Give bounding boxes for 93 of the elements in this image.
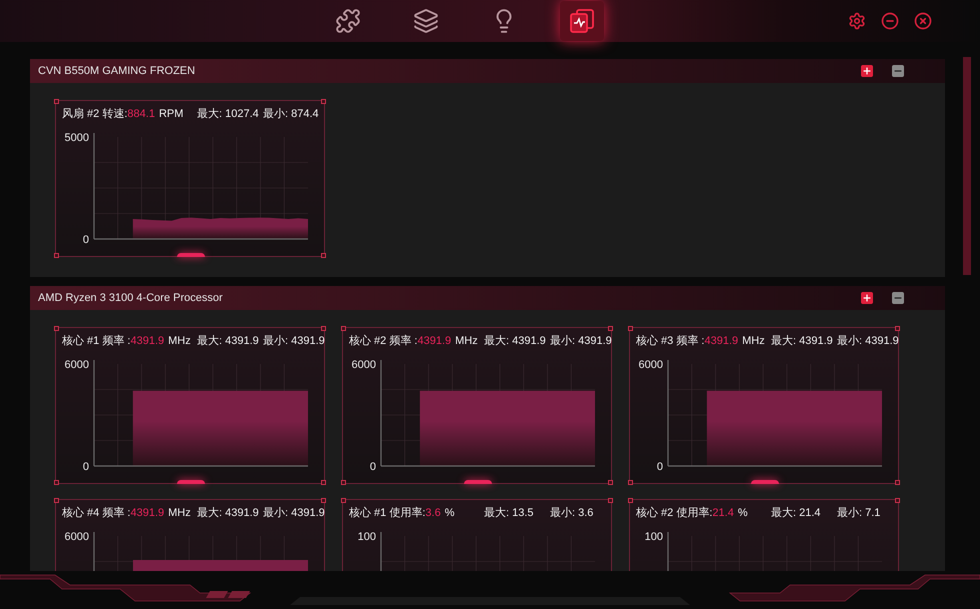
min-reading: 最小: 4391.9 [263,506,325,522]
y-tick-label: 6000 [638,359,663,371]
corner-mark [628,326,633,331]
minimize-icon [881,12,899,30]
y-tick-label: 6000 [64,359,89,371]
unit-label: RPM [158,107,184,122]
y-tick-label: 0 [82,461,89,471]
min-reading: 最小: 4391.9 [263,334,325,350]
corner-mark [54,253,59,258]
corner-mark [628,480,633,485]
minus-button[interactable] [892,65,904,77]
nav-tab[interactable] [560,1,604,41]
corner-mark [608,326,613,331]
min-reading: 最小: 874.4 [263,107,319,122]
plus-button[interactable] [861,292,873,304]
reading-value: 4391.9 [130,506,164,522]
close-icon [914,12,932,30]
gear-icon [848,12,866,30]
y-tick-label: 0 [370,461,376,471]
y-tick-label: 100 [358,531,376,543]
unit-label: MHz [742,334,765,350]
minimize-button[interactable] [879,10,901,32]
plus-button[interactable] [861,65,873,77]
max-reading: 最大: 4391.9 [484,334,546,350]
unit-label: MHz [168,506,191,522]
reading-value: 884.1 [127,107,155,122]
corner-mark [321,480,326,485]
corner-mark [321,99,326,104]
min-reading: 最小: 4391.9 [550,334,612,350]
min-reading: 最小: 3.6 [550,506,594,522]
plus-icon [862,66,872,76]
unit-label: % [738,506,748,522]
y-tick-label: 6000 [352,359,376,371]
reading-label: 核心 #4 频率 : [62,506,130,522]
corner-mark [341,326,346,331]
scrollbar-thumb[interactable] [963,57,971,275]
reading-label: 风扇 #2 转速: [62,106,128,122]
reading-value: 4391.9 [130,334,164,350]
unit-label: MHz [455,334,478,350]
corner-mark [895,480,900,485]
corner-mark [54,326,59,331]
corner-mark [54,498,59,503]
max-reading: 最大: 4391.9 [197,506,259,522]
max-reading: 最大: 4391.9 [197,334,259,350]
reading-value: 3.6 [425,506,441,522]
reading-label: 核心 #2 频率 : [349,334,418,350]
reading-label: 核心 #2 使用率: [636,506,712,522]
chart-window-icon [569,8,595,34]
glow-mark [177,480,205,484]
corner-mark [895,498,900,503]
max-reading: 最大: 21.4 [771,506,821,522]
corner-mark [321,498,326,503]
y-axis [667,532,669,571]
close-button[interactable] [912,10,934,32]
reading-label: 核心 #1 使用率: [349,506,426,522]
corner-mark [895,326,900,331]
reading-value: 21.4 [712,506,734,522]
plus-icon [862,293,872,303]
section-title: AMD Ryzen 3 3100 4-Core Processor [38,290,223,306]
glow-mark [751,480,779,484]
y-axis [380,532,382,571]
corner-mark [608,480,613,485]
puzzle-icon [335,8,361,34]
corner-mark [321,326,326,331]
corner-mark [341,498,346,503]
unit-label: % [444,506,454,522]
reading-label: 核心 #3 频率 : [636,334,704,350]
reading-value: 4391.9 [417,334,452,350]
layers-icon [413,8,439,34]
minus-button[interactable] [892,292,904,304]
glow-mark [177,253,205,257]
max-reading: 最大: 13.5 [484,506,534,522]
corner-mark [54,480,59,485]
reading-label: 核心 #1 频率 : [62,334,130,350]
corner-mark [628,498,633,503]
corner-mark [321,253,326,258]
max-reading: 最大: 1027.4 [197,107,259,122]
min-reading: 最小: 4391.9 [837,334,899,350]
reading-value: 4391.9 [704,334,738,350]
corner-mark [608,498,613,503]
corner-mark [54,99,59,104]
glow-mark [464,480,492,484]
section-title: CVN B550M GAMING FROZEN [38,64,196,79]
min-reading: 最小: 7.1 [837,506,880,522]
unit-label: MHz [168,334,191,350]
y-tick-label: 100 [644,531,663,543]
corner-mark [341,480,346,485]
y-tick-label: 5000 [64,132,89,144]
y-tick-label: 6000 [64,531,89,543]
y-tick-label: 0 [82,234,89,244]
y-axis [93,532,95,571]
y-tick-label: 0 [656,461,663,471]
max-reading: 最大: 4391.9 [771,334,833,350]
